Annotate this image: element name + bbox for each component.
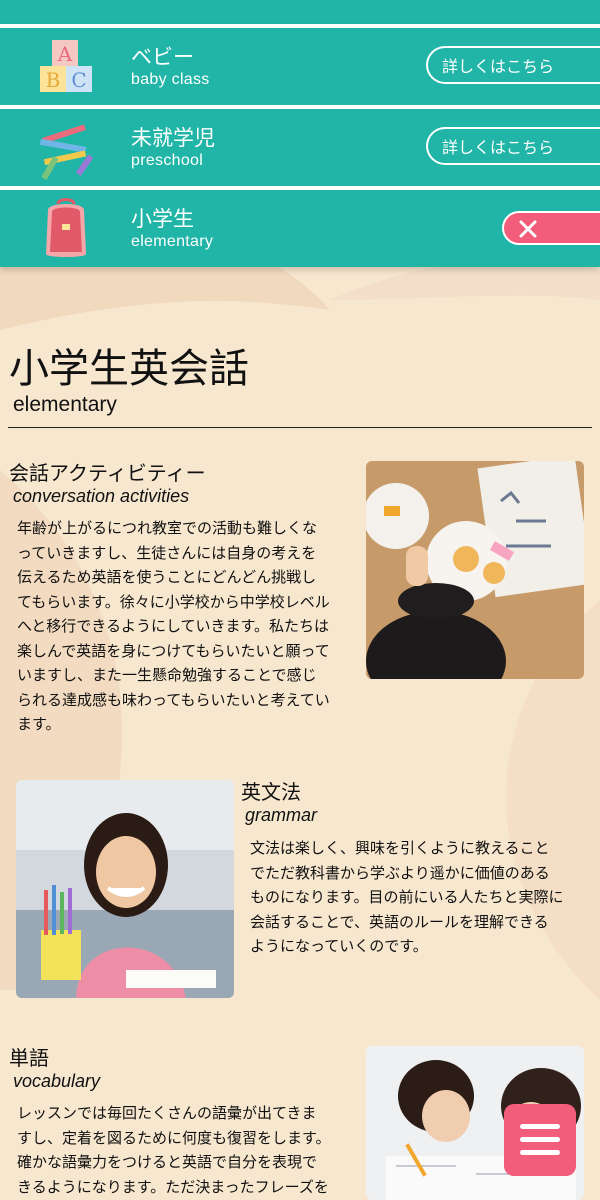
nav-item-elementary[interactable]: 小学生 elementary bbox=[0, 186, 600, 267]
photo-girl-studying bbox=[16, 780, 234, 998]
nav-title: 未就学児 bbox=[131, 126, 215, 150]
page-title: 小学生英会話 bbox=[9, 346, 249, 392]
nav-item-preschool[interactable]: 未就学児 preschool 詳しくはこちら bbox=[0, 105, 600, 186]
top-bar bbox=[0, 0, 600, 24]
section-title: 会話アクティビティー bbox=[9, 461, 206, 485]
menu-bar bbox=[520, 1137, 560, 1142]
section-title: 英文法 bbox=[241, 780, 301, 804]
menu-bar bbox=[520, 1124, 560, 1129]
body-line: レッスンでは毎回たくさんの語彙が出てきま bbox=[17, 1104, 317, 1122]
body-line: っていきますし、生徒さんには自身の考えを bbox=[17, 543, 317, 562]
body-line: てもらいます。徐々に小学校から中学校レベル bbox=[17, 592, 330, 611]
nav-subtitle: elementary bbox=[131, 233, 214, 250]
section-body: レッスンでは毎回たくさんの語彙が出てきま すし、定着を図るために何度も復習をしま… bbox=[17, 1101, 357, 1199]
abc-blocks-icon: A B C bbox=[40, 40, 92, 92]
body-line: 文法は楽しく、興味を引くように教えること bbox=[250, 839, 550, 857]
body-line: すし、定着を図るために何度も復習をします。 bbox=[17, 1128, 331, 1147]
course-nav: A B C ベビー baby class 詳しくはこちら 未就学児 presch… bbox=[0, 24, 600, 267]
svg-text:B: B bbox=[46, 68, 61, 92]
body-line: 伝えるため英語を使うことにどんどん挑戦し bbox=[17, 568, 317, 586]
pencils-icon bbox=[39, 124, 94, 180]
nav-subtitle: preschool bbox=[131, 152, 204, 169]
section-title: 単語 bbox=[9, 1046, 49, 1070]
body-line: 確かな語彙力をつけると英語で自分を表現で bbox=[17, 1153, 318, 1171]
divider bbox=[8, 427, 592, 428]
nav-item-baby[interactable]: A B C ベビー baby class 詳しくはこちら bbox=[0, 24, 600, 105]
body-line: 年齢が上がるにつれ教室での活動も難しくな bbox=[17, 519, 318, 537]
body-line: ものになります。目の前にいる人たちと実際に bbox=[250, 888, 564, 906]
body-line: ようになっていくのです。 bbox=[250, 937, 428, 955]
nav-title: ベビー bbox=[131, 45, 194, 69]
body-line: 会話することで、英語のルールを理解できる bbox=[250, 912, 549, 931]
body-line: でただ教科書から学ぶより遥かに価値のある bbox=[250, 863, 550, 882]
section-body: 年齢が上がるにつれ教室での活動も難しくな っていきますし、生徒さんには自身の考え… bbox=[17, 516, 357, 737]
svg-text:C: C bbox=[71, 68, 86, 92]
details-button[interactable]: 詳しくはこちら bbox=[426, 46, 600, 84]
section-body: 文法は楽しく、興味を引くように教えること でただ教科書から学ぶより遥かに価値のあ… bbox=[250, 836, 590, 959]
photo-child-with-cookies bbox=[366, 461, 584, 679]
menu-bar bbox=[520, 1150, 560, 1155]
close-button[interactable] bbox=[502, 211, 600, 245]
school-backpack-icon bbox=[46, 198, 86, 257]
hamburger-menu-button[interactable] bbox=[504, 1104, 576, 1176]
body-line: きるようになります。ただ決まったフレーズを bbox=[17, 1177, 329, 1196]
page-subtitle: elementary bbox=[13, 393, 117, 416]
body-line: られる達成感も味わってもらいたいと考えてい bbox=[17, 690, 330, 709]
body-line: ます。 bbox=[17, 715, 61, 733]
details-button[interactable]: 詳しくはこちら bbox=[426, 127, 600, 165]
body-line: いますし、また一生懸命勉強することで感じ bbox=[17, 666, 317, 684]
nav-title: 小学生 bbox=[131, 207, 194, 231]
section-subtitle: grammar bbox=[245, 805, 318, 825]
svg-text:A: A bbox=[57, 42, 73, 66]
close-icon bbox=[519, 220, 537, 238]
body-line: 楽しんで英語を身につけてもらいたいと願って bbox=[17, 641, 330, 660]
nav-subtitle: baby class bbox=[131, 71, 210, 88]
body-line: へと移行できるようにしていきます。私たちは bbox=[17, 617, 330, 635]
section-subtitle: vocabulary bbox=[13, 1071, 101, 1091]
section-subtitle: conversation activities bbox=[13, 486, 190, 506]
